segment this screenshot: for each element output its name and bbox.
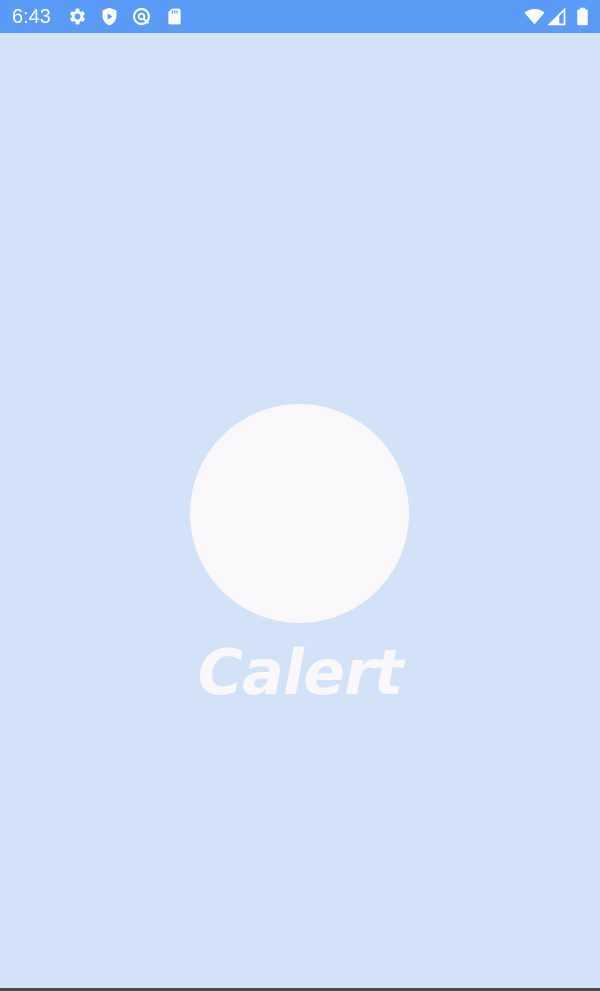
app-name: Calert: [197, 636, 404, 709]
battery-icon: [572, 6, 593, 27]
shield-play-icon: [99, 6, 120, 27]
sd-card-icon: [164, 6, 185, 27]
settings-gear-icon: [67, 6, 88, 27]
at-sign-icon: [131, 6, 152, 27]
status-bar: 6:43: [0, 0, 600, 33]
status-time: 6:43: [12, 6, 51, 28]
wifi-icon: [524, 6, 545, 27]
app-logo: [190, 404, 409, 623]
cellular-signal-icon: [547, 6, 568, 27]
